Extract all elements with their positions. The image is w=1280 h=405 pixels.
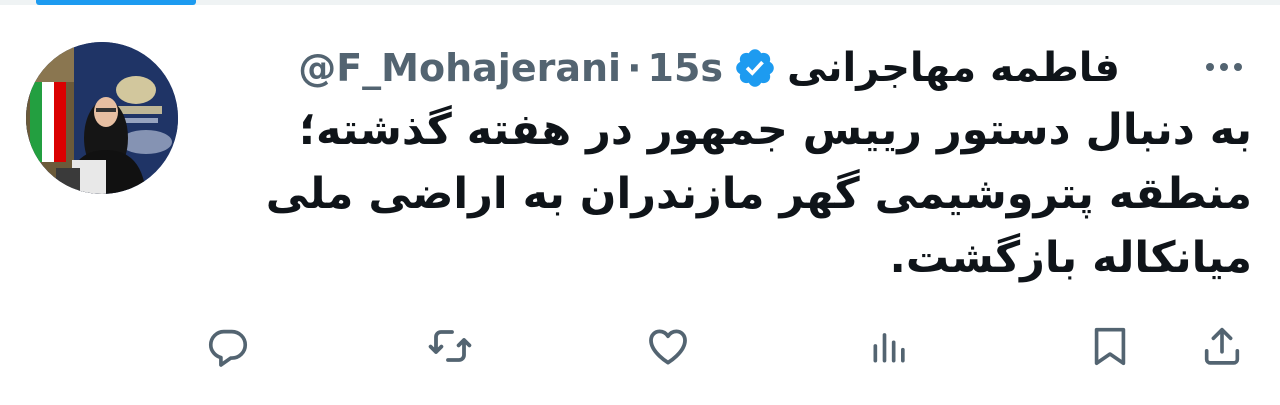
views-button[interactable]	[866, 322, 914, 370]
heart-icon	[644, 322, 692, 370]
tweet-text-line: میانکاله بازگشت.	[889, 233, 1252, 283]
handle-and-time: @F_Mohajerani · 15s	[298, 46, 723, 90]
tweet-text-line: به دنبال دستور رییس جمهور در هفته گذشته؛	[298, 105, 1252, 155]
author-handle[interactable]: @F_Mohajerani	[298, 46, 621, 90]
share-icon	[1199, 323, 1245, 369]
bookmark-icon	[1087, 323, 1133, 369]
verified-badge-icon	[733, 46, 777, 90]
retweet-icon	[426, 322, 474, 370]
views-icon	[868, 324, 912, 368]
tweet-text-line: منطقه پتروشیمی گهر مازندران به اراضی ملی	[265, 169, 1252, 219]
tweet-timestamp[interactable]: 15s	[648, 46, 724, 90]
reply-icon	[205, 323, 251, 369]
separator-dot: ·	[627, 46, 642, 90]
author-name[interactable]: فاطمه مهاجرانی	[787, 45, 1120, 91]
reply-button[interactable]	[204, 322, 252, 370]
more-icon[interactable]	[1198, 50, 1250, 84]
bookmark-button[interactable]	[1086, 322, 1134, 370]
share-button[interactable]	[1198, 322, 1246, 370]
retweet-button[interactable]	[426, 322, 474, 370]
tweet-text: به دنبال دستور رییس جمهور در هفته گذشته؛…	[242, 98, 1252, 290]
tab-indicator	[36, 0, 196, 5]
avatar[interactable]	[26, 42, 178, 194]
like-button[interactable]	[644, 322, 692, 370]
tweet-header: فاطمه مهاجرانی @F_Mohajerani · 15s	[298, 40, 1120, 96]
